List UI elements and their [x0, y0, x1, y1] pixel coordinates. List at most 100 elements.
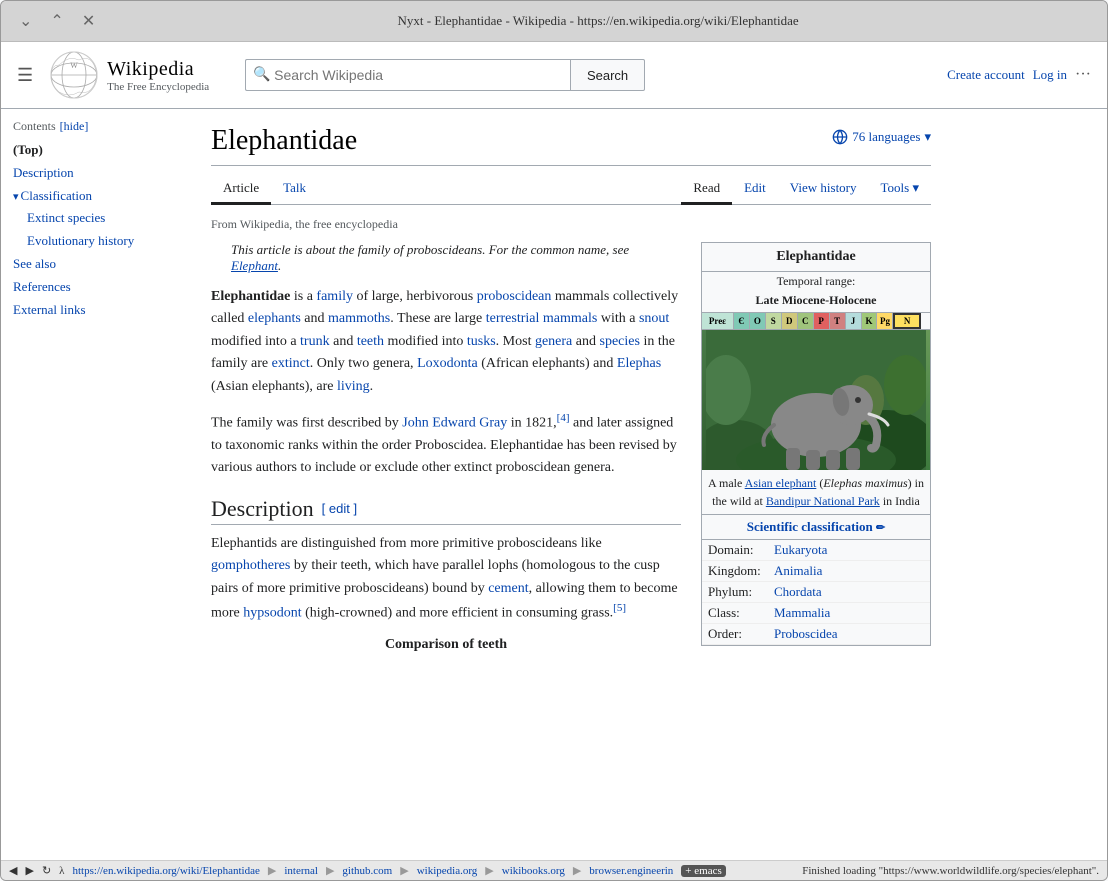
wiki-logo[interactable]: W Wikipedia The Free Encyclopedia — [49, 50, 209, 100]
section-description-edit[interactable]: [ edit ] — [322, 501, 357, 516]
wiki-sidebar: Contents [hide] (Top) Description ▾Class… — [1, 109, 191, 860]
cite-4[interactable]: [4] — [557, 412, 570, 424]
nav-back[interactable]: ◀ — [9, 864, 17, 877]
link-elephants[interactable]: elephants — [248, 311, 301, 326]
toc-item-classification[interactable]: ▾Classification — [13, 186, 179, 207]
ts-p: P — [814, 313, 830, 329]
sci-class-edit-icon[interactable]: ✏ — [876, 522, 885, 534]
tab-tools[interactable]: Tools ▾ — [869, 174, 931, 205]
toc-link-evolutionary[interactable]: Evolutionary history — [27, 233, 134, 248]
sci-class-header[interactable]: Scientific classification ✏ — [702, 515, 930, 540]
toc-item-external[interactable]: External links — [13, 300, 179, 321]
link-terrestrial[interactable]: terrestrial mammals — [486, 311, 598, 326]
breadcrumb-browser[interactable]: browser.engineerin — [589, 865, 673, 877]
link-snout[interactable]: snout — [639, 311, 669, 326]
breadcrumb-wikibooks[interactable]: wikibooks.org — [502, 865, 565, 877]
link-trunk[interactable]: trunk — [300, 334, 330, 349]
link-species[interactable]: species — [600, 334, 640, 349]
link-teeth[interactable]: teeth — [357, 334, 384, 349]
toc-item-references[interactable]: References — [13, 277, 179, 298]
link-extinct[interactable]: extinct — [272, 356, 310, 371]
elephant-image-svg — [706, 330, 926, 470]
article-bold-title: Elephantidae — [211, 289, 290, 304]
tab-view-history[interactable]: View history — [778, 174, 869, 205]
infobox-value-phylum[interactable]: Chordata — [774, 584, 822, 600]
link-elephas[interactable]: Elephas — [617, 356, 661, 371]
toc-link-description[interactable]: Description — [13, 165, 74, 180]
window-controls: ⌄ ⌃ ✕ — [13, 9, 101, 33]
tab-read[interactable]: Read — [681, 174, 732, 205]
infobox-caption-link-bandipur[interactable]: Bandipur National Park — [766, 494, 880, 508]
search-form[interactable]: 🔍 Search — [245, 59, 645, 91]
ts-s: S — [766, 313, 782, 329]
header-actions: Create account Log in ··· — [947, 66, 1091, 84]
expand-icon[interactable]: ▾ — [13, 191, 19, 203]
language-button[interactable]: 76 languages ▾ — [832, 129, 931, 145]
link-loxodonta[interactable]: Loxodonta — [417, 356, 478, 371]
toc-link-see-also[interactable]: See also — [13, 256, 56, 271]
link-mammoths[interactable]: mammoths — [328, 311, 390, 326]
lang-chevron-icon: ▾ — [924, 129, 931, 145]
nav-reload[interactable]: ↻ — [42, 864, 51, 877]
nav-lambda[interactable]: λ — [59, 865, 64, 877]
infobox-caption-link-asian[interactable]: Asian elephant — [745, 476, 817, 490]
svg-text:W: W — [70, 61, 78, 70]
hamburger-menu[interactable]: ☰ — [17, 65, 33, 86]
breadcrumb-wikipedia[interactable]: wikipedia.org — [417, 865, 478, 877]
minimize-icon[interactable]: ⌄ — [13, 9, 38, 33]
link-hypsodont[interactable]: hypsodont — [243, 606, 301, 621]
toc-link-references[interactable]: References — [13, 279, 71, 294]
search-input[interactable] — [245, 59, 570, 91]
maximize-icon[interactable]: ⌃ — [44, 9, 69, 33]
more-options-icon[interactable]: ··· — [1075, 66, 1091, 84]
tab-article[interactable]: Article — [211, 174, 271, 205]
wiki-logo-sub: The Free Encyclopedia — [107, 81, 209, 93]
link-john-gray[interactable]: John Edward Gray — [402, 416, 507, 431]
toc-item-see-also[interactable]: See also — [13, 254, 179, 275]
link-proboscidean[interactable]: proboscidean — [477, 289, 552, 304]
link-family[interactable]: family — [316, 289, 353, 304]
infobox-value-kingdom[interactable]: Animalia — [774, 563, 822, 579]
breadcrumb-github[interactable]: github.com — [342, 865, 392, 877]
close-icon[interactable]: ✕ — [76, 9, 101, 33]
link-tusks[interactable]: tusks — [467, 334, 496, 349]
toc-hide-link[interactable]: [hide] — [60, 119, 89, 134]
toc-link-top[interactable]: (Top) — [13, 142, 43, 157]
section-description-label: Description — [211, 496, 314, 522]
nav-forward[interactable]: ▶ — [25, 864, 33, 877]
section-description: Description [ edit ] — [211, 496, 681, 525]
page-wrapper: ☰ W Wikipedia The Free Encyclopedia — [1, 42, 1107, 860]
cite-5[interactable]: [5] — [613, 602, 626, 614]
toc-item-top[interactable]: (Top) — [13, 140, 179, 161]
italic-note-end: . — [278, 258, 281, 273]
search-button[interactable]: Search — [570, 59, 645, 91]
tab-talk[interactable]: Talk — [271, 174, 318, 205]
toc-item-description[interactable]: Description — [13, 163, 179, 184]
infobox-value-class[interactable]: Mammalia — [774, 605, 830, 621]
breadcrumb-sep-3: ▶ — [400, 864, 408, 877]
italic-note-link[interactable]: Elephant — [231, 258, 278, 273]
infobox-row-order: Order: Proboscidea — [702, 624, 930, 645]
toc-link-classification[interactable]: Classification — [21, 188, 93, 203]
link-living[interactable]: living — [337, 379, 370, 394]
ts-j: J — [846, 313, 862, 329]
log-in-link[interactable]: Log in — [1033, 67, 1067, 83]
page-tabs: Article Talk Read Edit View history Tool… — [211, 174, 931, 205]
link-cement[interactable]: cement — [488, 581, 528, 596]
create-account-link[interactable]: Create account — [947, 67, 1025, 83]
toc-link-extinct[interactable]: Extinct species — [27, 210, 105, 225]
toc-link-external[interactable]: External links — [13, 302, 86, 317]
infobox-value-domain[interactable]: Eukaryota — [774, 542, 827, 558]
toc-item-extinct[interactable]: Extinct species — [13, 208, 179, 229]
breadcrumb-internal[interactable]: internal — [284, 865, 318, 877]
ts-e: Є — [734, 313, 750, 329]
breadcrumb-plus[interactable]: + emacs — [681, 865, 725, 877]
tab-edit[interactable]: Edit — [732, 174, 778, 205]
infobox-value-order[interactable]: Proboscidea — [774, 626, 838, 642]
toc-item-evolutionary[interactable]: Evolutionary history — [13, 231, 179, 252]
status-url[interactable]: https://en.wikipedia.org/wiki/Elephantid… — [73, 865, 260, 877]
link-genera[interactable]: genera — [535, 334, 572, 349]
breadcrumb-sep-2: ▶ — [326, 864, 334, 877]
wiki-logo-text: Wikipedia The Free Encyclopedia — [107, 58, 209, 93]
link-gomphotheres[interactable]: gomphotheres — [211, 558, 290, 573]
